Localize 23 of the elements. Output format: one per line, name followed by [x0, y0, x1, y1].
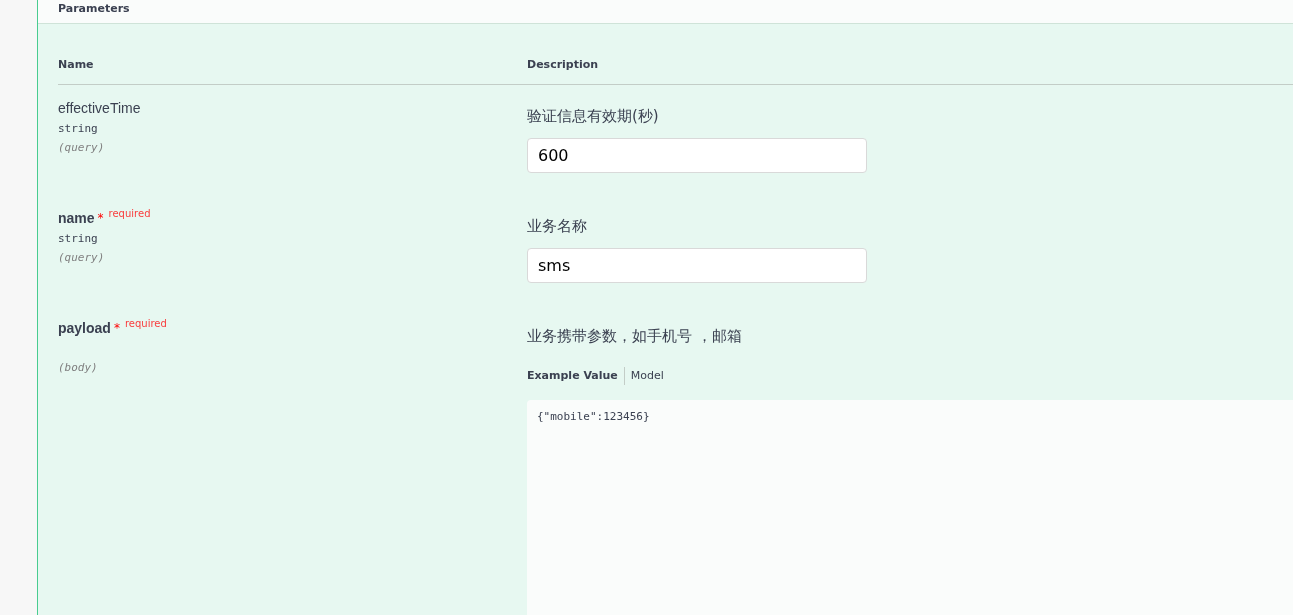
- parameter-location: (body): [58, 360, 99, 376]
- parameter-name: name: [58, 209, 95, 228]
- parameter-location: (query): [58, 250, 106, 266]
- tab[interactable]: Example Value: [527, 369, 618, 383]
- tab[interactable]: Model: [630, 369, 664, 383]
- input-field[interactable]: sms: [527, 248, 867, 283]
- parameter-description: 业务名称: [527, 216, 587, 236]
- required-label: required: [124, 319, 167, 329]
- parameter-name: payload: [58, 319, 111, 338]
- parameter-description: 验证信息有效期(秒): [527, 106, 659, 126]
- parameter-description: 业务携带参数，如手机号 ，邮箱: [527, 326, 742, 346]
- required-mark: *: [113, 320, 120, 337]
- parameter-type: string: [58, 121, 99, 137]
- parameter-type: string: [58, 231, 99, 247]
- body-field[interactable]: {"mobile":123456}: [527, 400, 1293, 615]
- required-label: required: [108, 209, 151, 219]
- section-title: Parameters: [58, 2, 130, 15]
- column-header: Name: [58, 58, 95, 73]
- parameter-location: (query): [58, 140, 106, 156]
- required-mark: *: [97, 210, 104, 227]
- column-header: Description: [527, 58, 600, 73]
- parameter-name: effectiveTime: [58, 99, 141, 118]
- input-field[interactable]: 600: [527, 138, 867, 173]
